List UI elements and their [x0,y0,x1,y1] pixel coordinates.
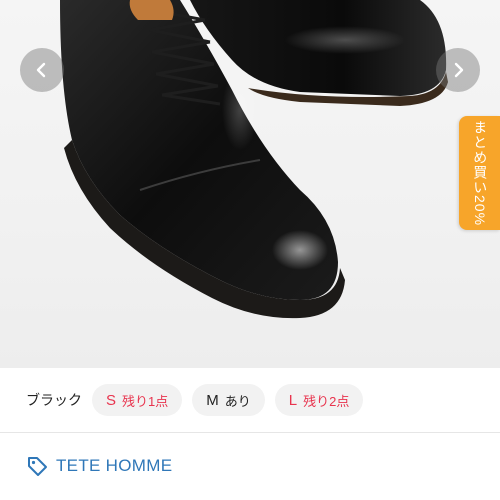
bulk-discount-tab[interactable]: まとめ買い20% [459,116,500,230]
size-label: L [288,391,298,409]
next-image-button[interactable] [436,48,480,92]
previous-image-button[interactable] [20,48,64,92]
chevron-left-icon [36,62,46,78]
brand-name: TETE HOMME [56,456,173,475]
size-option-s[interactable]: S 残り1点 [92,384,183,416]
brand-link[interactable]: TETE HOMME [26,455,172,477]
bulk-discount-label: まとめ買い20% [472,119,489,227]
size-option-l[interactable]: L 残り2点 [274,384,364,416]
shoe-photo [60,0,448,319]
size-option-m[interactable]: M あり [192,384,265,416]
variant-selector: ブラック S 残り1点 M あり L 残り2点 [0,368,500,432]
size-label: S [106,391,117,409]
size-label: M [206,391,219,409]
stock-status: あり [224,393,251,409]
chevron-right-icon [454,62,464,78]
stock-status: 残り1点 [122,393,169,409]
divider [0,432,500,433]
color-label: ブラック [26,392,82,408]
stock-status: 残り2点 [303,393,350,409]
product-image[interactable]: まとめ買い20% [0,0,500,368]
tag-icon [28,457,47,476]
